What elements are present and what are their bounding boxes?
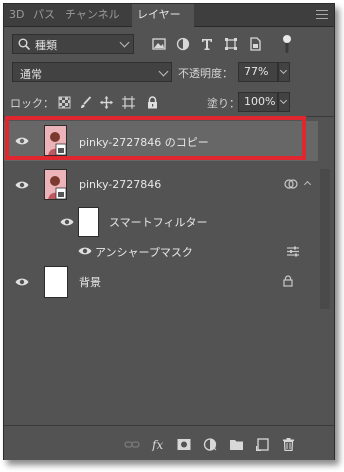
layers-bottom-toolbar: fx [4,425,334,460]
filter-kind-label: 種類 [35,39,57,52]
search-icon [18,38,31,51]
layer-row-original[interactable]: pinky-2727846 [4,165,318,205]
layer-list-scrollbar[interactable] [320,169,330,309]
shape-filter-icon[interactable] [224,37,238,51]
blend-mode-value: 通常 [20,68,42,81]
visibility-eye-icon[interactable] [60,217,74,227]
panel-menu-icon[interactable] [316,10,328,20]
layer-row-background[interactable]: 背景 [4,263,318,301]
chevron-down-icon [279,96,288,105]
svg-text:fx: fx [151,438,163,451]
layers-panel: 3D パス チャンネル レイヤー 種類 通常 不透明度： 77% ロック： 塗り… [3,3,335,460]
smart-filter-row[interactable]: スマートフィルター [4,205,318,239]
smart-filter-label: スマートフィルター [109,216,208,229]
lock-paint-icon[interactable] [79,96,92,109]
panel-tab-bar: 3D パス チャンネル レイヤー [4,4,334,27]
highlight-annotation-box [5,116,306,160]
opacity-input[interactable]: 77% [238,62,278,82]
opacity-dropdown[interactable] [278,62,290,82]
fill-dropdown[interactable] [278,92,290,112]
fill-input[interactable]: 100% [238,92,278,112]
tab-channels[interactable]: チャンネル [60,4,125,26]
layer-list: pinky-2727846 のコピー pinky-2727846 スマートフィル… [4,116,334,427]
lock-artboard-icon[interactable] [122,96,135,109]
mask-icon[interactable] [177,438,191,451]
filter-blending-options-icon[interactable] [287,246,299,257]
fill-label: 塗り： [207,97,240,110]
filter-kind-select[interactable]: 種類 [12,34,134,54]
smart-filter-options-icon[interactable] [284,177,298,191]
layer-thumbnail [44,266,68,298]
adjustment-filter-icon[interactable] [176,37,190,51]
filter-name[interactable]: アンシャープマスク [95,244,193,260]
lock-all-icon[interactable] [146,96,159,109]
visibility-eye-icon[interactable] [15,180,29,190]
lock-position-icon[interactable] [100,96,113,109]
type-filter-icon[interactable] [200,37,214,51]
trash-icon[interactable] [282,438,295,451]
unsharp-mask-row[interactable]: アンシャープマスク [4,239,318,263]
adjustment-icon[interactable] [203,438,217,451]
tab-layers[interactable]: レイヤー [132,4,194,27]
lock-label: ロック： [10,97,54,110]
collapse-effects-icon[interactable] [303,180,312,189]
layer-lock-icon [283,275,293,287]
chevron-down-icon [279,66,288,75]
blend-mode-select[interactable]: 通常 [12,62,172,82]
filter-mask-thumbnail[interactable] [78,207,99,237]
chevron-down-icon [158,66,169,77]
folder-icon[interactable] [229,438,244,451]
filter-toggle-switch[interactable] [282,34,292,54]
smart-object-filter-icon[interactable] [248,37,262,51]
layer-thumbnail [44,169,67,200]
link-icon[interactable] [124,438,140,451]
visibility-eye-icon[interactable] [15,277,29,287]
layer-name[interactable]: 背景 [79,274,101,290]
portrait-thumbnail-image [45,170,66,199]
visibility-eye-icon[interactable] [78,246,92,256]
chevron-down-icon [119,37,130,48]
tab-3d[interactable]: 3D [4,4,29,26]
tab-paths[interactable]: パス [28,4,60,26]
new-layer-icon[interactable] [256,438,269,451]
fx-icon[interactable]: fx [151,438,167,451]
opacity-label: 不透明度： [178,67,233,80]
layer-name[interactable]: pinky-2727846 [79,178,161,191]
image-filter-icon[interactable] [152,37,166,51]
lock-pixels-icon[interactable] [58,96,71,109]
